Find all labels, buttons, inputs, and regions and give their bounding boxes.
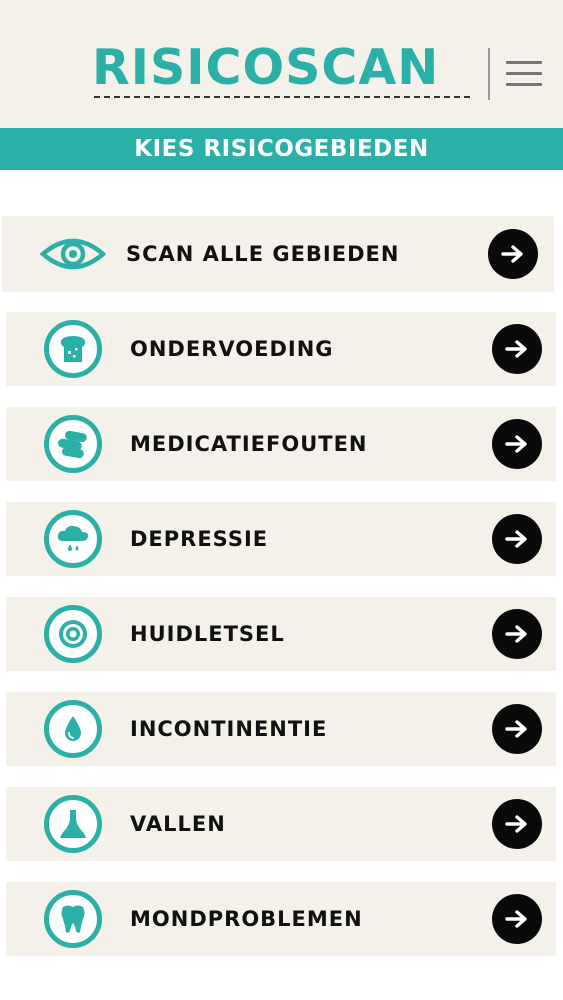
list-item-label: ONDERVOEDING [130,337,334,361]
page-title: KIES RISICOGEBIEDEN [134,136,429,162]
app-logo: RISICOSCAN [92,39,440,96]
eye-icon [40,238,106,270]
target-icon [44,605,102,663]
list-item-huidletsel[interactable]: HUIDLETSEL [6,597,556,671]
list-item-label: DEPRESSIE [130,527,269,551]
arrow-right-icon[interactable] [492,419,542,469]
arrow-right-icon[interactable] [492,799,542,849]
list-item-label: SCAN ALLE GEBIEDEN [126,242,400,266]
hamburger-menu-icon[interactable] [506,58,544,90]
list-item-label: INCONTINENTIE [130,717,328,741]
app-header: RISICOSCAN [0,0,563,128]
list-item-label: VALLEN [130,812,226,836]
list-item-label: HUIDLETSEL [130,622,285,646]
list-item-scan-alle-gebieden[interactable]: SCAN ALLE GEBIEDEN [2,216,554,292]
list-item-mondproblemen[interactable]: MONDPROBLEMEN [6,882,556,956]
list-item-ondervoeding[interactable]: ONDERVOEDING [6,312,556,386]
droplet-icon [44,700,102,758]
pills-icon [44,415,102,473]
logo-underline [94,96,470,98]
list-item-label: MONDPROBLEMEN [130,907,363,931]
header-divider [488,48,490,100]
section-banner: KIES RISICOGEBIEDEN [0,128,563,170]
bell-icon [44,795,102,853]
bread-icon [44,320,102,378]
arrow-right-icon[interactable] [492,704,542,754]
arrow-right-icon[interactable] [492,609,542,659]
list-item-depressie[interactable]: DEPRESSIE [6,502,556,576]
list-item-incontinentie[interactable]: INCONTINENTIE [6,692,556,766]
arrow-right-icon[interactable] [488,229,538,279]
rain-cloud-icon [44,510,102,568]
arrow-right-icon[interactable] [492,324,542,374]
list-item-medicatiefouten[interactable]: MEDICATIEFOUTEN [6,407,556,481]
arrow-right-icon[interactable] [492,894,542,944]
tooth-icon [44,890,102,948]
list-item-vallen[interactable]: VALLEN [6,787,556,861]
list-item-label: MEDICATIEFOUTEN [130,432,368,456]
arrow-right-icon[interactable] [492,514,542,564]
